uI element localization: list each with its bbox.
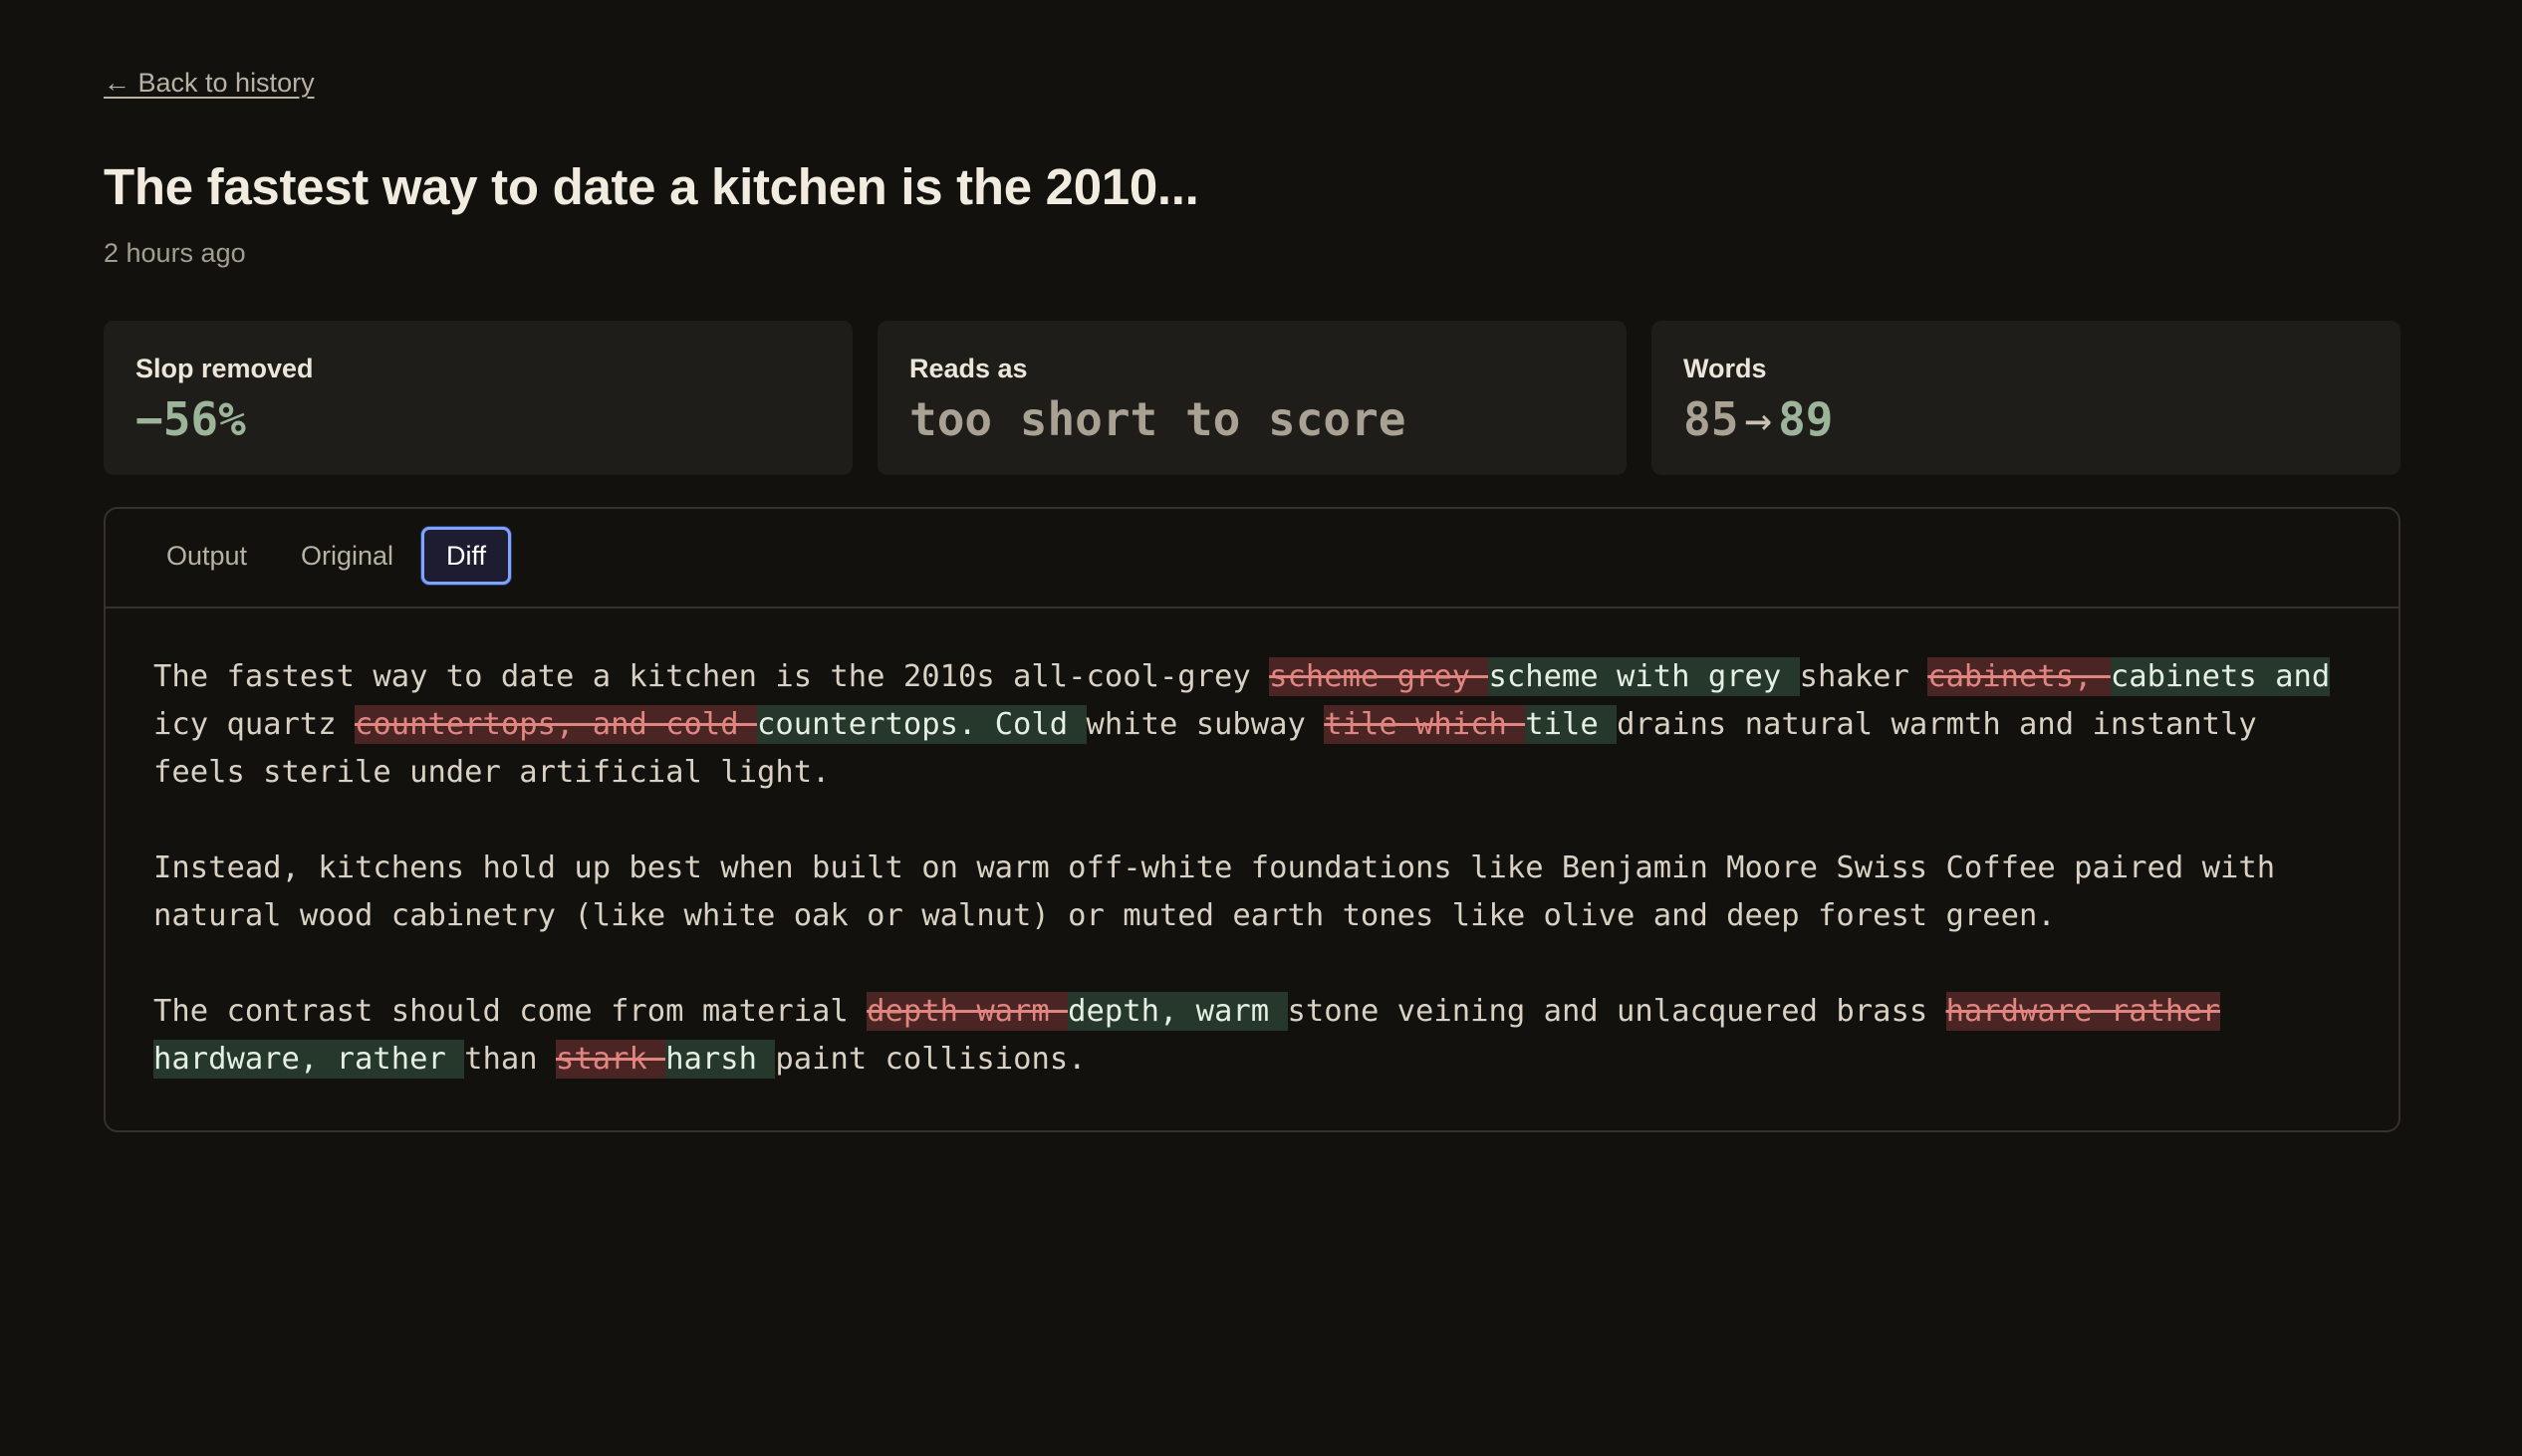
result-panel: Output Original Diff The fastest way to … <box>104 507 2400 1132</box>
stat-label: Slop removed <box>135 354 314 383</box>
diff-deleted-text: tile which <box>1324 705 1526 744</box>
timestamp: 2 hours ago <box>104 238 246 268</box>
tab-bar: Output Original Diff <box>106 509 2398 608</box>
diff-unchanged-text: shaker <box>1799 659 1928 694</box>
diff-deleted-text: scheme grey <box>1269 657 1489 696</box>
diff-inserted-text: depth, warm <box>1068 992 1288 1031</box>
diff-paragraph: The fastest way to date a kitchen is the… <box>153 653 2365 797</box>
diff-deleted-text: depth warm <box>867 992 1069 1031</box>
diff-view: The fastest way to date a kitchen is the… <box>153 653 2365 1131</box>
tab-diff[interactable]: Diff <box>421 527 512 585</box>
diff-deleted-text: hardware rather <box>1945 992 2221 1031</box>
diff-unchanged-text: stone veining and unlacquered brass <box>1287 994 1946 1029</box>
tab-original[interactable]: Original <box>279 527 415 585</box>
stats-row: Slop removed −56% Reads as too short to … <box>104 321 2400 475</box>
diff-inserted-text: harsh <box>665 1040 776 1079</box>
diff-inserted-text: tile <box>1525 705 1618 744</box>
stat-label: Reads as <box>909 354 1028 383</box>
diff-unchanged-text: The contrast should come from material <box>153 994 868 1029</box>
diff-unchanged-text: The fastest way to date a kitchen is the… <box>153 659 1270 694</box>
stat-value-slop-removed: −56% <box>135 392 246 446</box>
tab-output[interactable]: Output <box>144 527 269 585</box>
page-title: The fastest way to date a kitchen is the… <box>104 158 1199 215</box>
diff-deleted-text: countertops, and cold <box>355 705 757 744</box>
words-before: 85 <box>1683 392 1739 446</box>
stat-value-reads-as: too short to score <box>909 392 1406 446</box>
diff-unchanged-text: white subway <box>1086 707 1325 742</box>
diff-unchanged-text: icy quartz <box>153 707 355 742</box>
diff-unchanged-text: paint collisions. <box>775 1042 1087 1077</box>
diff-paragraph: Instead, kitchens hold up best when buil… <box>153 845 2365 940</box>
diff-unchanged-text: Instead, kitchens hold up best when buil… <box>153 850 2276 933</box>
diff-deleted-text: cabinets, <box>1927 657 2111 696</box>
stat-card-words: Words 85 → 89 <box>1651 321 2400 475</box>
diff-inserted-text: hardware, rather <box>153 1040 465 1079</box>
diff-deleted-text: stark <box>556 1040 666 1079</box>
diff-unchanged-text: than <box>464 1042 556 1077</box>
stat-value-words: 85 → 89 <box>1683 392 1833 446</box>
diff-inserted-text: scheme with grey <box>1488 657 1800 696</box>
stat-card-reads-as: Reads as too short to score <box>878 321 1627 475</box>
back-to-history-link[interactable]: ← Back to history <box>104 68 315 99</box>
diff-inserted-text: countertops. Cold <box>756 705 1087 744</box>
arrow-right-icon: → <box>1744 392 1773 446</box>
diff-inserted-text: cabinets and <box>2110 657 2331 696</box>
stat-card-slop-removed: Slop removed −56% <box>104 321 853 475</box>
diff-paragraph: The contrast should come from material d… <box>153 988 2365 1084</box>
words-after: 89 <box>1778 392 1834 446</box>
stat-label: Words <box>1683 354 1767 383</box>
